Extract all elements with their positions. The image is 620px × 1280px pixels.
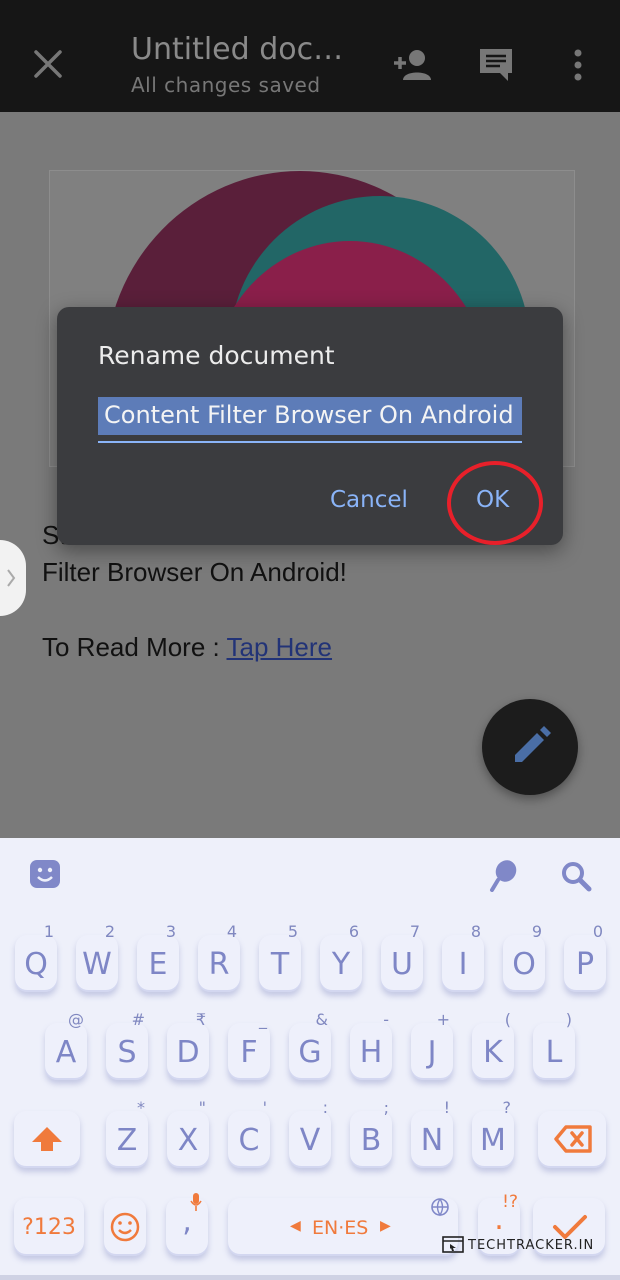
key-i[interactable]: 8I	[442, 922, 484, 992]
key-e[interactable]: 3E	[137, 922, 179, 992]
document-title[interactable]: Untitled doc…	[131, 32, 343, 67]
backspace-key[interactable]	[538, 1111, 606, 1168]
space-key[interactable]: ◀ EN·ES ▶	[228, 1198, 458, 1256]
add-person-icon[interactable]	[392, 48, 434, 82]
dialog-title: Rename document	[98, 341, 335, 370]
doc-text-line-2: Filter Browser On Android!	[42, 557, 347, 587]
edit-fab-button[interactable]	[482, 699, 578, 795]
key-x[interactable]: " X	[167, 1098, 209, 1168]
rename-input-value[interactable]: Content Filter Browser On Android	[104, 401, 514, 429]
watermark-text: TECHTRACKER.IN	[468, 1238, 595, 1253]
globe-icon	[431, 1198, 449, 1217]
pencil-icon	[515, 726, 551, 762]
emoji-sticker-icon[interactable]	[29, 859, 61, 891]
key-b[interactable]: ; B	[350, 1098, 392, 1168]
space-label: EN·ES	[312, 1217, 369, 1239]
key-u[interactable]: 7U	[381, 922, 423, 992]
key-l[interactable]: ) L	[533, 1010, 575, 1080]
emoji-key[interactable]	[104, 1198, 146, 1256]
key-w[interactable]: 2W	[76, 922, 118, 992]
side-panel-handle[interactable]	[0, 540, 26, 616]
comment-icon[interactable]	[478, 47, 514, 83]
key-d[interactable]: ₹ D	[167, 1010, 209, 1080]
backspace-icon	[554, 1125, 592, 1153]
voice-icon[interactable]	[488, 858, 520, 892]
chevron-left-icon: ◀	[290, 1217, 301, 1233]
shift-arrow-icon	[32, 1127, 62, 1151]
save-status: All changes saved	[131, 73, 321, 97]
key-v[interactable]: :V	[289, 1098, 331, 1168]
symbols-label: ?123	[22, 1215, 76, 1240]
key-j[interactable]: + J	[411, 1010, 453, 1080]
bottom-strip	[0, 1275, 620, 1280]
browser-window-icon	[442, 1236, 464, 1253]
cancel-button[interactable]: Cancel	[330, 487, 408, 513]
key-t[interactable]: 5T	[259, 922, 301, 992]
key-n[interactable]: ! N	[411, 1098, 453, 1168]
rename-input[interactable]: Content Filter Browser On Android	[98, 395, 522, 443]
key-f[interactable]: _ F	[228, 1010, 270, 1080]
key-o[interactable]: 9O	[503, 922, 545, 992]
chevron-right-icon	[7, 569, 16, 587]
key-c[interactable]: ' C	[228, 1098, 270, 1168]
chevron-right-small-icon: ▶	[380, 1217, 391, 1233]
key-k[interactable]: (K	[472, 1010, 514, 1080]
tap-here-link[interactable]: Tap Here	[227, 632, 333, 662]
comma-key[interactable]: ,	[166, 1193, 208, 1256]
key-m[interactable]: ? M	[472, 1098, 514, 1168]
comma-label: ,	[182, 1204, 192, 1239]
highlight-circle	[447, 461, 543, 545]
more-vert-icon[interactable]	[570, 48, 586, 82]
key-g[interactable]: & G	[289, 1010, 331, 1080]
key-z[interactable]: * Z	[106, 1098, 148, 1168]
key-r[interactable]: 4R	[198, 922, 240, 992]
close-icon[interactable]	[30, 46, 66, 82]
smiley-icon	[110, 1212, 140, 1242]
read-more-label: To Read More :	[42, 632, 227, 662]
app-bar: Untitled doc… All changes saved	[0, 0, 620, 112]
symbols-key[interactable]: ?123	[14, 1198, 84, 1256]
key-h[interactable]: -H	[350, 1010, 392, 1080]
key-p[interactable]: 0P	[564, 922, 606, 992]
search-icon[interactable]	[560, 860, 592, 892]
key-s[interactable]: # S	[106, 1010, 148, 1080]
key-q[interactable]: 1Q	[15, 922, 57, 992]
shift-key[interactable]	[14, 1111, 80, 1168]
doc-read-more: To Read More : Tap Here	[42, 632, 332, 663]
watermark: TECHTRACKER.IN	[442, 1236, 593, 1256]
key-a[interactable]: @ A	[45, 1010, 87, 1080]
key-y[interactable]: 6Y	[320, 922, 362, 992]
